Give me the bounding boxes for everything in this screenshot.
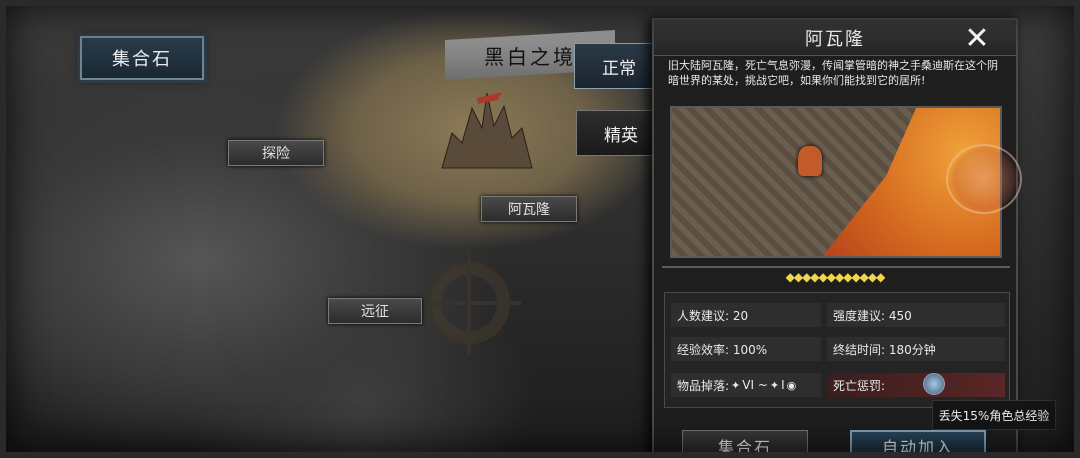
dungeon-info-panel: 阿瓦隆 ✕ 旧大陆阿瓦隆，死亡气息弥漫，传闻掌管暗的神之手桑迪斯在这个阴暗世界的… <box>652 18 1018 458</box>
tab-normal[interactable]: 正常 <box>574 43 664 89</box>
death-penalty-tooltip: 丢失15%角色总经验 <box>932 400 1056 430</box>
skull-icon[interactable] <box>923 373 945 395</box>
strength-suggestion: 强度建议: 450 <box>827 303 1005 327</box>
end-time: 终结时间: 180分钟 <box>827 337 1005 361</box>
close-icon[interactable]: ✕ <box>962 24 992 54</box>
castle-landmark <box>432 88 542 178</box>
star-gem-icon: ✦ <box>769 378 780 392</box>
explore-label: 探险 <box>262 146 290 162</box>
item-drops: 物品掉落: ✦ VI ~ ✦ I ◉ <box>671 373 821 397</box>
star-gem-icon: ✦ <box>731 378 741 392</box>
death-penalty[interactable]: 死亡惩罚: <box>827 373 1005 397</box>
avalon-label: 阿瓦隆 <box>508 202 550 218</box>
character-sprite <box>798 146 822 176</box>
drop-range: VI ~ <box>742 378 768 392</box>
dungeon-stats: 人数建议: 20 强度建议: 450 经验效率: 100% 终结时间: 180分… <box>664 292 1010 408</box>
gather-stone-button[interactable]: 集合石 <box>80 36 204 80</box>
expedition-button[interactable]: 远征 <box>328 298 422 324</box>
tab-normal-label: 正常 <box>602 58 636 79</box>
compass-rose-icon <box>417 251 521 355</box>
panel-gather-stone-button[interactable]: 集合石 <box>682 430 808 458</box>
expedition-label: 远征 <box>361 304 389 320</box>
difficulty-stars: ◆◆◆◆◆◆◆◆◆◆◆◆ <box>785 270 886 284</box>
avalon-button[interactable]: 阿瓦隆 <box>481 196 577 222</box>
orb-icon: ◉ <box>786 378 797 392</box>
dungeon-description: 旧大陆阿瓦隆，死亡气息弥漫，传闻掌管暗的神之手桑迪斯在这个阴暗世界的某处，挑战它… <box>668 59 998 87</box>
auto-join-label: 自动加入 <box>881 438 954 457</box>
drop-min: I <box>781 378 785 392</box>
panel-title-text: 阿瓦隆 <box>805 28 865 50</box>
explore-button[interactable]: 探险 <box>228 140 324 166</box>
exp-efficiency: 经验效率: 100% <box>671 337 821 361</box>
divider <box>662 266 1010 268</box>
item-drops-label: 物品掉落: <box>677 378 730 393</box>
players-suggestion: 人数建议: 20 <box>671 303 821 327</box>
auto-join-button[interactable]: 自动加入 <box>850 430 986 458</box>
tab-elite-label: 精英 <box>604 125 638 146</box>
region-banner-text: 黑白之境 <box>484 44 576 69</box>
panel-gather-stone-label: 集合石 <box>717 438 772 457</box>
skill-ring-icon[interactable] <box>946 144 1022 214</box>
death-penalty-label: 死亡惩罚: <box>833 378 886 393</box>
gather-stone-label: 集合石 <box>112 49 172 70</box>
